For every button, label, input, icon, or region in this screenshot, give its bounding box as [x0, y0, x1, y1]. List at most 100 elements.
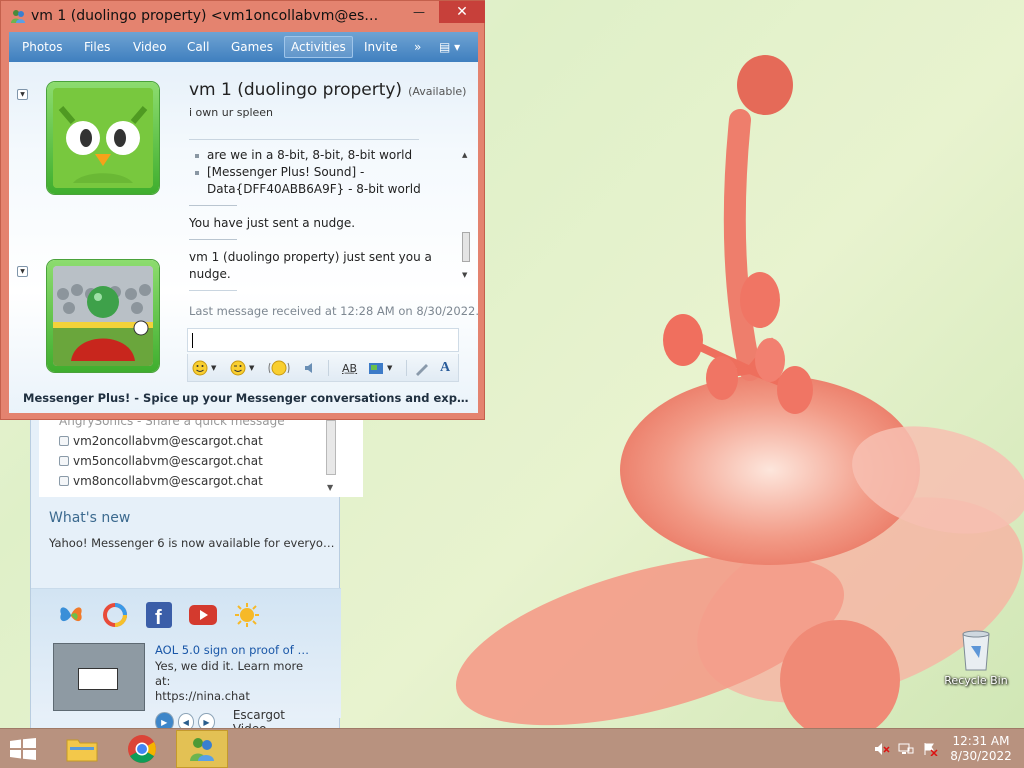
menu-options-icon[interactable]: ▤ ▾ [439, 40, 460, 54]
windows-icon [10, 738, 36, 760]
contact-item[interactable]: vm2oncollabvm@escargot.chat [59, 432, 263, 450]
start-button[interactable] [10, 738, 36, 760]
svg-text:f: f [155, 607, 162, 628]
conversation-scrollbar[interactable]: ▲ ▼ [460, 149, 472, 284]
pen-icon [416, 364, 428, 376]
wink-icon [230, 360, 246, 376]
voice-clip-button[interactable] [302, 359, 318, 377]
shortcut-bar: f AOL 5.0 sign on proof of co... Yes, we… [31, 588, 341, 736]
conversation-history[interactable]: are we in a 8-bit, 8-bit, 8-bit world [M… [189, 147, 457, 292]
chat-client-area: Photos Files Video Call Games Activities… [9, 32, 479, 413]
messenger-icon [11, 10, 25, 23]
clock-time: 12:31 AM [952, 734, 1010, 748]
system-clock[interactable]: 12:31 AM 8/30/2022 [946, 734, 1016, 764]
nudge-icon [268, 360, 290, 376]
system-message: You have just sent a nudge. [189, 216, 356, 230]
scroll-down-icon[interactable]: ▼ [327, 483, 333, 492]
menu-more[interactable]: » [414, 40, 421, 54]
voice-icon [305, 363, 312, 373]
font-button[interactable]: A͟B [342, 359, 357, 377]
menu-invite[interactable]: Invite [364, 40, 398, 54]
menu-call[interactable]: Call [187, 40, 209, 54]
scroll-down-icon[interactable]: ▼ [462, 271, 467, 279]
wallpaper-flower [455, 55, 1024, 730]
user-avatar[interactable] [47, 260, 159, 372]
recycle-bin-label: Recycle Bin [944, 674, 1008, 687]
volume-muted-icon[interactable] [874, 742, 890, 756]
footer-ad[interactable]: Messenger Plus! - Spice up your Messenge… [23, 391, 473, 405]
whats-new-link[interactable]: Yahoo! Messenger 6 is now available for … [49, 536, 339, 550]
menu-photos[interactable]: Photos [22, 40, 62, 54]
chrome-icon [128, 735, 156, 763]
action-center-icon[interactable] [922, 742, 938, 757]
contact-header: vm 1 (duolingo property) (Available) [189, 80, 466, 100]
taskbar-messenger[interactable] [176, 730, 228, 768]
status-icon [59, 456, 69, 466]
collapse-icon[interactable]: ▼ [17, 89, 28, 100]
video-title[interactable]: AOL 5.0 sign on proof of co... [155, 643, 315, 657]
sun-icon[interactable] [233, 601, 261, 629]
scroll-up-icon[interactable]: ▲ [462, 151, 467, 159]
nudge-button[interactable] [268, 359, 290, 377]
minimize-button[interactable]: — [406, 1, 432, 23]
recycle-bin-icon [959, 628, 993, 672]
smiley-icon [192, 360, 208, 376]
contact-item[interactable]: vm5oncollabvm@escargot.chat [59, 452, 263, 470]
font-icon: A͟B [342, 361, 358, 375]
text-icon: A [440, 360, 451, 375]
network-icon[interactable] [898, 742, 914, 756]
recycle-bin-shortcut[interactable]: Recycle Bin [940, 628, 1012, 687]
emoticon-button[interactable]: ▼ [192, 359, 216, 377]
input-toolbar: ▼ ▼ A͟B ▼ A [187, 354, 459, 382]
scrollbar-thumb[interactable] [462, 232, 470, 262]
close-button[interactable]: ✕ [439, 1, 485, 23]
text-format-button[interactable]: A [440, 359, 450, 377]
contact-item[interactable]: vm8oncollabvm@escargot.chat [59, 472, 263, 490]
collapse-icon[interactable]: ▼ [17, 266, 28, 277]
butterfly-icon[interactable] [57, 601, 85, 629]
clock-date: 8/30/2022 [950, 749, 1012, 763]
facebook-icon[interactable]: f [145, 601, 173, 629]
background-button[interactable]: ▼ [368, 359, 392, 377]
system-message: vm 1 (duolingo property) just sent you a… [189, 250, 432, 281]
menu-games[interactable]: Games [231, 40, 273, 54]
video-desc-line: Yes, we did it. Learn more at: [155, 659, 304, 688]
whats-new-section: What's new Yahoo! Messenger 6 is now ava… [49, 510, 339, 550]
wink-button[interactable]: ▼ [230, 359, 254, 377]
title-bar[interactable]: vm 1 (duolingo property) <vm1oncollabvm@… [1, 1, 486, 31]
message-line: are we in a 8-bit, 8-bit, 8-bit world [193, 147, 457, 164]
background-icon [369, 363, 383, 374]
taskbar-chrome[interactable] [116, 730, 168, 768]
contact-list-scrollbar[interactable]: ▼ [324, 420, 338, 492]
escargot-icon[interactable] [101, 601, 129, 629]
message-input[interactable] [187, 328, 459, 352]
menu-video[interactable]: Video [133, 40, 167, 54]
contact-label: vm8oncollabvm@escargot.chat [73, 474, 263, 488]
contact-label: vm2oncollabvm@escargot.chat [73, 434, 263, 448]
chat-window: vm 1 (duolingo property) <vm1oncollabvm@… [0, 0, 485, 420]
owl-icon [53, 88, 153, 188]
window-title: vm 1 (duolingo property) <vm1oncollabvm@… [31, 8, 381, 24]
video-thumbnail[interactable] [53, 643, 145, 711]
status-icon [59, 436, 69, 446]
contact-avatar[interactable] [47, 82, 159, 194]
contact-name: vm 1 (duolingo property) [189, 80, 403, 100]
contact-label: vm5oncollabvm@escargot.chat [73, 454, 263, 468]
header-divider [189, 139, 419, 140]
menu-files[interactable]: Files [84, 40, 110, 54]
player-icon [53, 266, 153, 366]
video-desc-link[interactable]: https://nina.chat [155, 689, 315, 704]
video-description: Yes, we did it. Learn more at: https://n… [155, 659, 315, 704]
taskbar-file-explorer[interactable] [56, 730, 108, 768]
contact-status: (Available) [408, 85, 467, 98]
handwriting-button[interactable] [414, 359, 430, 377]
menu-bar: Photos Files Video Call Games Activities… [9, 32, 478, 62]
personal-message: i own ur spleen [189, 106, 274, 119]
youtube-icon[interactable] [189, 601, 217, 629]
last-message-timestamp: Last message received at 12:28 AM on 8/3… [189, 304, 479, 318]
menu-activities[interactable]: Activities [284, 36, 353, 58]
message-divider [189, 290, 237, 291]
scrollbar-thumb[interactable] [326, 420, 336, 475]
taskbar: 12:31 AM 8/30/2022 [0, 728, 1024, 768]
whats-new-heading: What's new [49, 510, 131, 526]
